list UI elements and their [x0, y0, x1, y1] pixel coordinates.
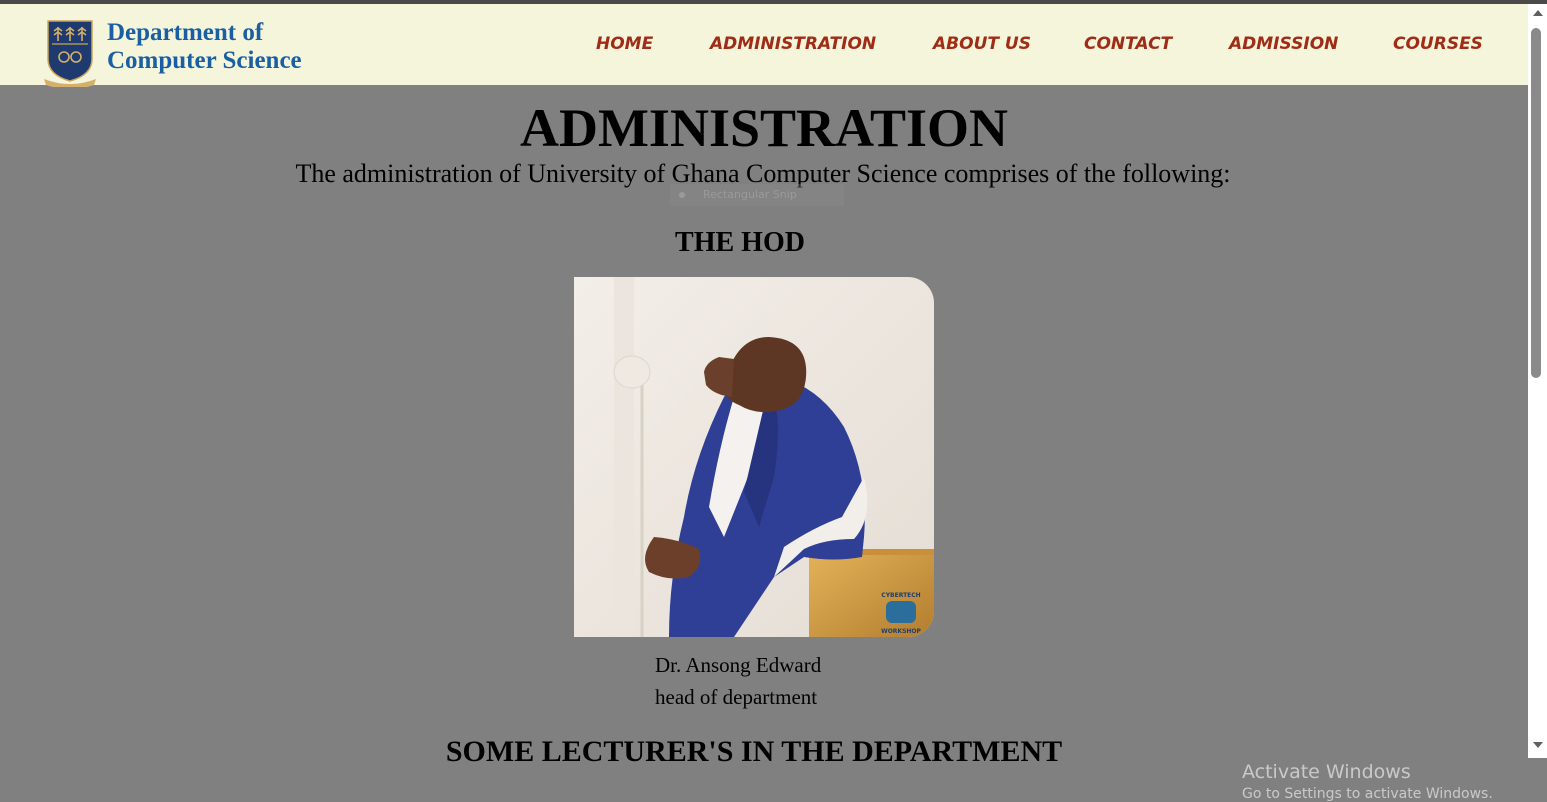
site-header: Department of Computer Science HOME ADMI… [0, 4, 1528, 87]
hod-name: Dr. Ansong Edward [655, 653, 822, 677]
hod-heading: THE HOD [675, 227, 805, 258]
nav-administration[interactable]: ADMINISTRATION [710, 34, 876, 54]
photo-badge-bottom: WORKSHOP [881, 628, 921, 635]
page-title: ADMINISTRATION [519, 98, 1009, 158]
scrollbar-thumb[interactable] [1531, 28, 1541, 378]
scroll-up-arrow-icon[interactable] [1533, 10, 1543, 16]
scroll-down-arrow-icon[interactable] [1533, 742, 1543, 748]
main-nav: HOME ADMINISTRATION ABOUT US CONTACT ADM… [0, 34, 1528, 58]
vertical-scrollbar[interactable] [1528, 4, 1547, 758]
nav-home[interactable]: HOME [596, 34, 653, 54]
nav-contact[interactable]: CONTACT [1084, 34, 1172, 54]
hod-photo-image: CYBERTECH WORKSHOP [574, 277, 934, 637]
nav-about-us[interactable]: ABOUT US [933, 34, 1031, 54]
watermark-subtitle: Go to Settings to activate Windows. [1242, 786, 1493, 802]
nav-admission[interactable]: ADMISSION [1229, 34, 1338, 54]
hod-caption: Dr. Ansong Edward head of department [655, 649, 821, 713]
main-content: ADMINISTRATION The administration of Uni… [0, 85, 1528, 802]
hod-role: head of department [655, 685, 818, 709]
photo-badge-top: CYBERTECH [881, 592, 920, 599]
snip-tooltip-label: Rectangular Snip [703, 188, 797, 201]
hod-photo: CYBERTECH WORKSHOP [574, 277, 934, 637]
watermark-title: Activate Windows [1242, 761, 1411, 783]
windows-activation-watermark: Activate Windows Go to Settings to activ… [1242, 761, 1493, 802]
snip-tooltip: Rectangular Snip [670, 184, 844, 206]
nav-courses[interactable]: COURSES [1393, 34, 1483, 54]
snip-dot-icon [679, 192, 685, 198]
